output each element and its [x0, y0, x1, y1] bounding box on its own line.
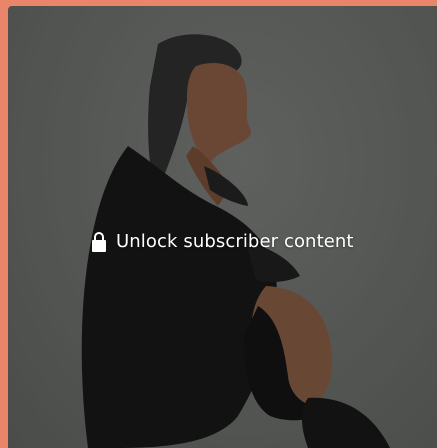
locked-media-card[interactable]: Unlock subscriber content [8, 6, 437, 448]
unlock-subscriber-content-label[interactable]: Unlock subscriber content [116, 231, 354, 252]
unlock-prompt[interactable]: Unlock subscriber content [92, 231, 354, 252]
lock-icon [92, 231, 106, 252]
dim-overlay [8, 6, 437, 448]
